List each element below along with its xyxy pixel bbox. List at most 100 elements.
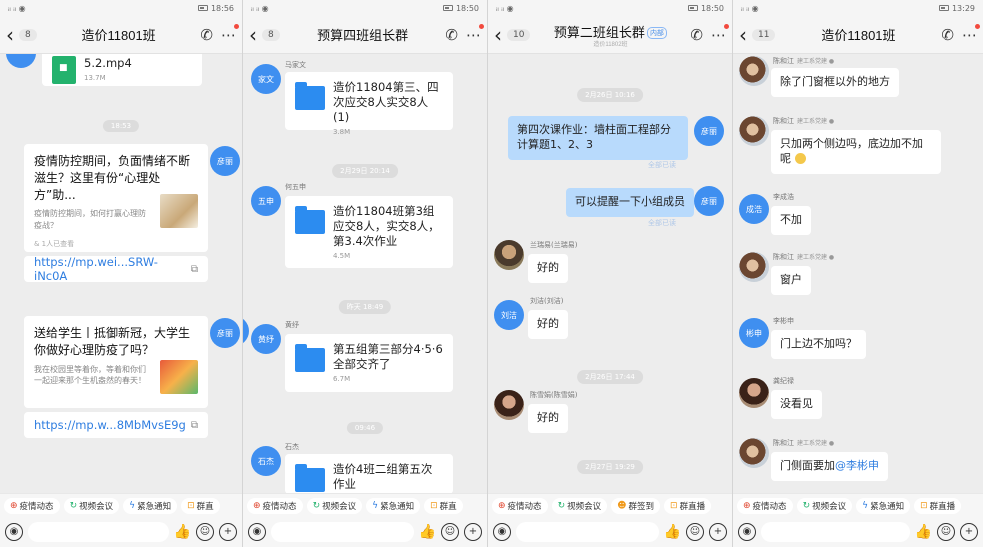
avatar[interactable]: 彦丽 <box>694 186 724 216</box>
epidemic-icon: ⊕ <box>498 500 506 511</box>
phone-icon[interactable]: ✆ <box>200 26 213 44</box>
sender-role: 建工系党建 ● <box>797 440 835 447</box>
avatar[interactable]: 彬申 <box>739 318 769 348</box>
avatar[interactable]: 刘洁 <box>494 300 524 330</box>
avatar-photo[interactable] <box>739 252 769 282</box>
voice-icon[interactable]: ◉ <box>248 523 266 541</box>
message-input[interactable] <box>28 522 169 542</box>
message-bubble[interactable]: 门上边不加吗？ <box>771 330 866 359</box>
thumbs-up-icon[interactable]: 👍 <box>664 524 681 540</box>
file-message[interactable]: 第五组第三部分4·5·6全部交齐了 6.7M <box>285 334 453 392</box>
avatar[interactable]: 五申 <box>251 186 281 216</box>
message-list[interactable]: 马家文 家文 造价11804第三、四次应交8人实交8人 (1) 3.8M 2月2… <box>243 54 487 493</box>
message-input[interactable] <box>761 522 910 542</box>
file-name: 5.2.mp4 <box>84 56 132 70</box>
sender-name: 李彬申 <box>773 317 794 325</box>
quick-action-urgent-notice[interactable]: ϟ 紧急通知 <box>366 497 421 514</box>
file-message[interactable]: 造价11804班第3组应交8人，实交8人，第3.4次作业 4.5M <box>285 196 453 268</box>
copy-icon[interactable]: ⧉ <box>191 264 198 275</box>
message-bubble[interactable]: 好的 <box>528 404 568 433</box>
avatar[interactable]: 彦丽 <box>694 116 724 146</box>
message-bubble[interactable]: 窗户 <box>771 266 811 295</box>
avatar[interactable]: 黄纾 <box>251 324 281 354</box>
quick-action-epidemic[interactable]: ⊕ 疫情动态 <box>4 497 60 514</box>
avatar[interactable]: 彦丽 <box>243 316 249 346</box>
avatar[interactable]: 成浩 <box>739 194 769 224</box>
quick-action-epidemic[interactable]: ⊕ 疫情动态 <box>247 497 303 514</box>
file-message[interactable]: 5.2.mp4 13.7M <box>42 54 202 86</box>
message-bubble[interactable]: 只加两个侧边吗，底边加不加呢 <box>771 130 941 174</box>
avatar[interactable]: 石杰 <box>251 446 281 476</box>
message-bubble-own[interactable]: 第四次课作业：墙柱面工程部分计算题1、2、3 <box>508 116 688 160</box>
avatar[interactable] <box>6 54 36 68</box>
voice-icon[interactable]: ◉ <box>493 523 511 541</box>
more-icon[interactable]: ⋯ <box>711 23 729 44</box>
emoji-icon[interactable]: ☺ <box>441 523 459 541</box>
mention-link[interactable]: @李彬申 <box>835 459 879 472</box>
voice-icon[interactable]: ◉ <box>738 523 756 541</box>
quick-action-urgent-notice[interactable]: ϟ 紧急通知 <box>856 497 911 514</box>
phone-icon[interactable]: ✆ <box>445 26 458 44</box>
copy-icon[interactable]: ⧉ <box>191 420 198 431</box>
message-bubble[interactable]: 除了门窗框以外的地方 <box>771 68 899 97</box>
message-input[interactable] <box>516 522 659 542</box>
message-bubble[interactable]: 好的 <box>528 310 568 339</box>
back-button[interactable]: ‹ 8 <box>6 25 37 45</box>
thumbs-up-icon[interactable]: 👍 <box>419 524 436 540</box>
message-bubble[interactable]: 没看见 <box>771 390 822 419</box>
back-button[interactable]: ‹ 8 <box>249 25 280 45</box>
quick-action-video-meeting[interactable]: ↻ 视频会议 <box>551 497 608 514</box>
quick-action-video-meeting[interactable]: ↻ 视频会议 <box>63 497 120 514</box>
message-list[interactable]: 陈和江 建工系党建 ● 除了门窗框以外的地方 陈和江 建工系党建 ● 只加两个侧边吗… <box>733 54 983 493</box>
voice-icon[interactable]: ◉ <box>5 523 23 541</box>
phone-icon[interactable]: ✆ <box>941 26 954 44</box>
quick-action-group-checkin[interactable]: ☻ 群签到 <box>611 497 661 514</box>
avatar-photo[interactable] <box>494 240 524 270</box>
more-icon[interactable]: ⋯ <box>466 23 484 44</box>
quick-action-video-meeting[interactable]: ↻ 视频会议 <box>306 497 363 514</box>
quick-action-live[interactable]: ⊡ 群直播 <box>914 497 962 514</box>
quick-action-epidemic[interactable]: ⊕ 疫情动态 <box>737 497 793 514</box>
message-bubble[interactable]: 不加 <box>771 206 811 235</box>
file-message[interactable]: 造价11804第三、四次应交8人实交8人 (1) 3.8M <box>285 72 453 136</box>
quick-action-live[interactable]: ⊡ 群直 <box>181 497 220 514</box>
link-url[interactable]: https://mp.wei...SRW-iNc0A ⧉ <box>24 255 208 283</box>
message-bubble[interactable]: 门侧面要加@李彬申 <box>771 452 888 481</box>
message-input[interactable] <box>271 522 414 542</box>
emoji-icon[interactable]: ☺ <box>937 523 955 541</box>
link-card[interactable]: 送给学生丨抵御新冠，大学生你做好心理防疫了吗？ 我在校园里等着你，等着和你们一起… <box>24 316 208 408</box>
thumbs-up-icon[interactable]: 👍 <box>915 524 932 540</box>
avatar[interactable]: 彦丽 <box>210 146 240 176</box>
link-url[interactable]: https://mp.w...8MbMvsE9g ⧉ <box>24 412 208 438</box>
link-card[interactable]: 疫情防控期间，负面情绪不断滋生？这里有份“心理处方”助... 疫情防控期间，如何… <box>24 144 208 252</box>
thumbs-up-icon[interactable]: 👍 <box>174 524 191 540</box>
avatar-photo[interactable] <box>739 56 769 86</box>
avatar[interactable]: 家文 <box>251 64 281 94</box>
avatar[interactable]: 彦丽 <box>210 318 240 348</box>
more-icon[interactable]: ⋯ <box>221 23 239 44</box>
quick-action-epidemic[interactable]: ⊕ 疫情动态 <box>492 497 548 514</box>
quick-action-live[interactable]: ⊡ 群直 <box>424 497 463 514</box>
more-icon[interactable]: ⋯ <box>962 23 980 44</box>
back-button[interactable]: ‹ 11 <box>739 25 776 45</box>
avatar-photo[interactable] <box>739 378 769 408</box>
plus-icon[interactable]: + <box>709 523 727 541</box>
plus-icon[interactable]: + <box>960 523 978 541</box>
avatar-photo[interactable] <box>494 390 524 420</box>
message-bubble-own[interactable]: 可以提醒一下小组成员 <box>566 188 694 217</box>
message-bubble[interactable]: 好的 <box>528 254 568 283</box>
quick-action-live[interactable]: ⊡ 群直播 <box>664 497 712 514</box>
back-button[interactable]: ‹ 10 <box>494 25 531 45</box>
emoji-icon[interactable]: ☺ <box>196 523 214 541</box>
plus-icon[interactable]: + <box>219 523 237 541</box>
file-message[interactable]: 造价4班二组第五次作业 <box>285 454 453 493</box>
emoji-icon[interactable]: ☺ <box>686 523 704 541</box>
quick-action-video-meeting[interactable]: ↻ 视频会议 <box>796 497 853 514</box>
message-list[interactable]: 2月26日 10:16 第四次课作业：墙柱面工程部分计算题1、2、3 彦丽 全部… <box>488 54 732 493</box>
avatar-photo[interactable] <box>739 116 769 146</box>
plus-icon[interactable]: + <box>464 523 482 541</box>
message-list[interactable]: 5.2.mp4 13.7M 18:53 彦丽 疫情防控期间，负面情绪不断滋生？这… <box>0 54 242 493</box>
avatar-photo[interactable] <box>739 438 769 468</box>
quick-action-urgent-notice[interactable]: ϟ 紧急通知 <box>123 497 178 514</box>
phone-icon[interactable]: ✆ <box>690 26 703 44</box>
